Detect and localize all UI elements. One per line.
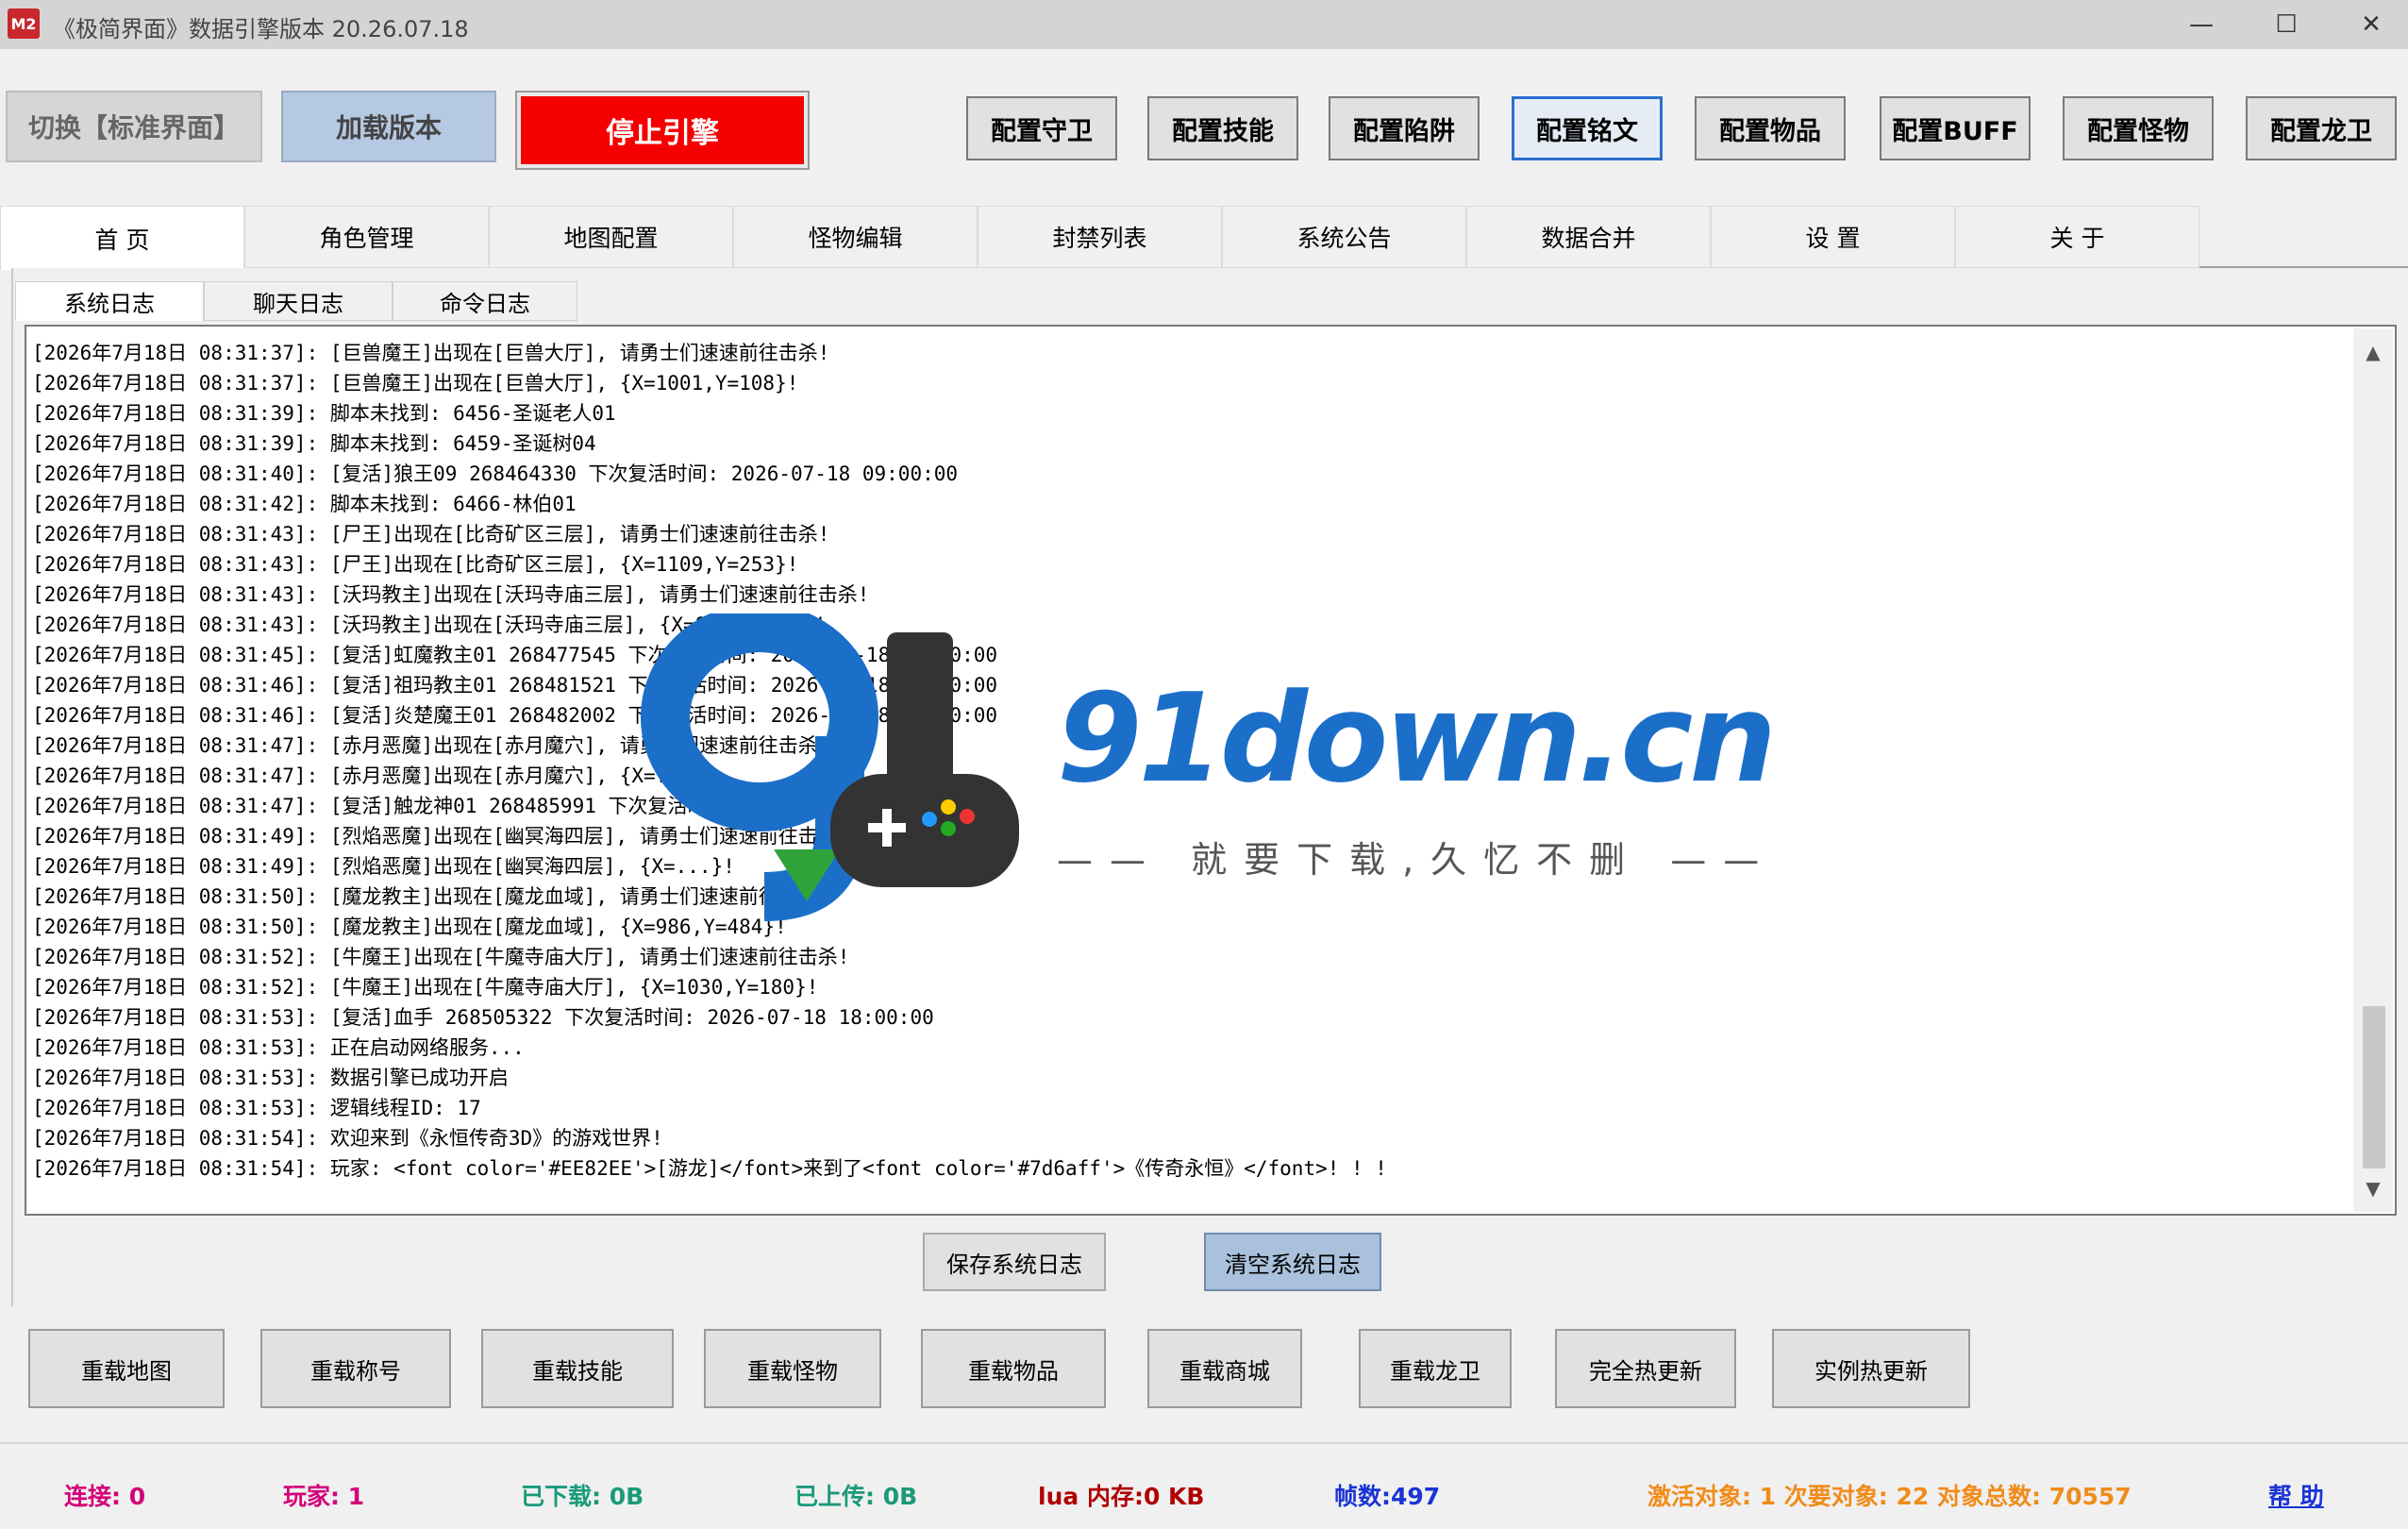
subtab-command-log[interactable]: 命令日志 [393,281,577,321]
config-item-button[interactable]: 配置物品 [1695,96,1846,160]
scroll-thumb[interactable] [2363,1006,2385,1168]
reload-title-button[interactable]: 重载称号 [260,1329,451,1408]
status-connections: 连接: 0 [64,1483,146,1510]
scroll-down-arrow-icon[interactable]: ▼ [2353,1174,2393,1202]
log-line: [2026年7月18日 08:31:53]: 正在启动网络服务... [32,1036,525,1059]
load-version-button[interactable]: 加载版本 [281,91,496,162]
status-downloaded: 已下载: 0B [521,1483,644,1510]
subtab-system-log[interactable]: 系统日志 [15,281,204,321]
config-trap-button[interactable]: 配置陷阱 [1329,96,1480,160]
full-hot-update-button[interactable]: 完全热更新 [1555,1329,1736,1408]
watermark: 91down.cn —— 就要下载,久忆不删 —— [604,613,1812,925]
log-line: [2026年7月18日 08:31:52]: [牛魔王]出现在[牛魔寺庙大厅],… [32,976,819,999]
status-objects: 激活对象: 1 次要对象: 22 对象总数: 70557 [1647,1483,2132,1510]
watermark-brand: 91down.cn [1057,666,1777,810]
reload-map-button[interactable]: 重载地图 [28,1329,225,1408]
window-title: 《极简界面》数据引擎版本 20.26.07.18 [53,16,469,42]
log-line: [2026年7月18日 08:31:43]: [沃玛教主]出现在[沃玛寺庙三层]… [32,583,870,606]
status-uploaded: 已上传: 0B [794,1483,918,1510]
instance-hot-update-button[interactable]: 实例热更新 [1772,1329,1970,1408]
91-gamepad-logo-icon [641,613,1019,921]
app-icon: M2 [8,8,40,39]
log-line: [2026年7月18日 08:31:52]: [牛魔王]出现在[牛魔寺庙大厅],… [32,946,850,968]
switch-interface-button[interactable]: 切换【标准界面】 [6,91,262,162]
log-line: [2026年7月18日 08:31:53]: 逻辑线程ID: 17 [32,1097,481,1119]
log-line: [2026年7月18日 08:31:37]: [巨兽魔王]出现在[巨兽大厅], … [32,342,830,364]
tab-settings[interactable]: 设 置 [1711,206,1955,268]
log-line: [2026年7月18日 08:31:53]: 数据引擎已成功开启 [32,1067,509,1089]
reload-skill-button[interactable]: 重载技能 [481,1329,674,1408]
close-button[interactable]: ✕ [2329,0,2408,49]
tab-character-management[interactable]: 角色管理 [244,206,489,268]
help-link[interactable]: 帮 助 [2268,1478,2324,1512]
log-line: [2026年7月18日 08:31:54]: 欢迎来到《永恒传奇3D》的游戏世界… [32,1127,663,1150]
tab-home[interactable]: 首 页 [0,206,244,270]
watermark-slogan: —— 就要下载,久忆不删 —— [1057,839,1777,881]
stop-engine-button[interactable]: 停止引擎 [521,96,804,164]
tab-data-merge[interactable]: 数据合并 [1466,206,1711,268]
tab-about[interactable]: 关 于 [1955,206,2199,268]
config-dragon-guard-button[interactable]: 配置龙卫 [2246,96,2397,160]
status-fps: 帧数:497 [1334,1483,1441,1510]
log-line: [2026年7月18日 08:31:39]: 脚本未找到: 6459-圣诞树04 [32,432,596,455]
log-line: [2026年7月18日 08:31:53]: [复活]血手 268505322 … [32,1006,934,1029]
reload-dragon-guard-button[interactable]: 重载龙卫 [1359,1329,1512,1408]
maximize-button[interactable]: ☐ [2244,0,2329,49]
config-inscription-button[interactable]: 配置铭文 [1512,96,1663,160]
log-line: [2026年7月18日 08:31:39]: 脚本未找到: 6456-圣诞老人0… [32,402,616,425]
log-scrollbar[interactable]: ▲ ▼ [2353,328,2393,1212]
log-line: [2026年7月18日 08:31:43]: [尸王]出现在[比奇矿区三层], … [32,523,830,546]
clear-system-log-button[interactable]: 清空系统日志 [1204,1233,1381,1291]
config-skill-button[interactable]: 配置技能 [1147,96,1298,160]
stop-engine-frame: 停止引擎 [515,91,810,170]
subtab-chat-log[interactable]: 聊天日志 [204,281,393,321]
log-line: [2026年7月18日 08:31:54]: 玩家: <font color='… [32,1157,1387,1180]
scroll-up-arrow-icon[interactable]: ▲ [2353,338,2393,366]
log-line: [2026年7月18日 08:31:37]: [巨兽魔王]出现在[巨兽大厅], … [32,372,799,395]
log-line: [2026年7月18日 08:31:40]: [复活]狼王09 26846433… [32,462,959,485]
log-line: [2026年7月18日 08:31:42]: 脚本未找到: 6466-林伯01 [32,493,577,515]
config-monster-button[interactable]: 配置怪物 [2063,96,2214,160]
reload-item-button[interactable]: 重载物品 [921,1329,1106,1408]
minimize-button[interactable]: — [2159,0,2244,49]
tab-ban-list[interactable]: 封禁列表 [978,206,1222,268]
tab-map-config[interactable]: 地图配置 [489,206,733,268]
tab-monster-edit[interactable]: 怪物编辑 [733,206,978,268]
log-line: [2026年7月18日 08:31:43]: [尸王]出现在[比奇矿区三层], … [32,553,799,576]
save-system-log-button[interactable]: 保存系统日志 [923,1233,1106,1291]
tab-system-announcement[interactable]: 系统公告 [1222,206,1466,268]
status-lua-memory: lua 内存:0 KB [1038,1483,1205,1510]
config-buff-button[interactable]: 配置BUFF [1880,96,2031,160]
reload-monster-button[interactable]: 重载怪物 [704,1329,881,1408]
reload-mall-button[interactable]: 重载商城 [1147,1329,1302,1408]
status-players: 玩家: 1 [283,1483,365,1510]
config-guard-button[interactable]: 配置守卫 [966,96,1117,160]
